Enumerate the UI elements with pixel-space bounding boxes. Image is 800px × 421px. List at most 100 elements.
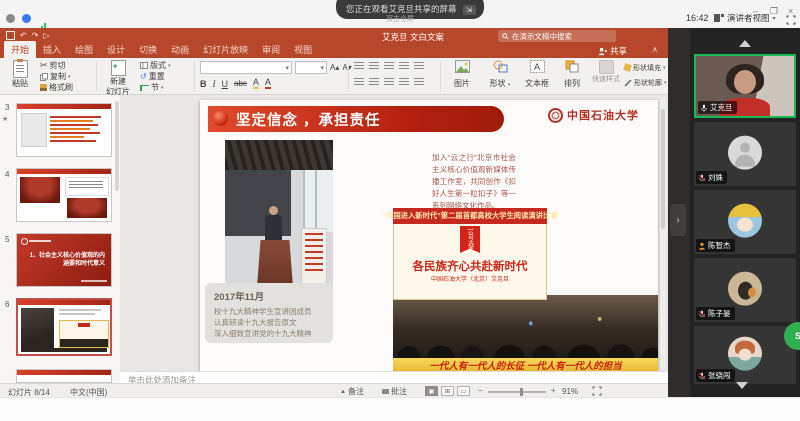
share-label: 共享 [610,45,627,57]
shapes-icon [493,60,508,73]
reset-button[interactable]: ↺重置 [140,71,171,82]
tab-animations[interactable]: 动画 [164,41,196,58]
align-left-icon[interactable] [354,78,364,85]
editor-scrollbar[interactable] [660,99,666,367]
justify-icon[interactable] [399,78,409,85]
slide-thumbnail-4[interactable] [16,168,112,222]
shape-outline-button[interactable]: 形状轮廓▾ [624,77,667,88]
share-button[interactable]: 共享 [598,45,627,57]
save-icon[interactable] [6,31,15,40]
contest-subtitle: 中国石油大学（北京）艾克旦 [394,274,546,283]
slide-number: 3 [5,103,9,112]
ribbon-tab-bar: 开始 插入 绘图 设计 切换 动画 幻灯片放映 审阅 视图 [0,44,668,58]
bold-button[interactable]: B [200,79,207,89]
redo-icon[interactable]: ↷ [32,31,39,40]
align-center-icon[interactable] [369,78,379,85]
sidebar-collapse-handle[interactable]: › [670,204,686,236]
tab-review[interactable]: 审阅 [255,41,287,58]
search-placeholder: 在演示文稿中搜索 [512,31,572,42]
scroll-down-icon[interactable] [736,382,748,389]
reading-view-button[interactable]: ▭ [457,386,470,396]
slide-thumbnail-7-partial[interactable] [16,369,112,383]
search-icon [502,33,509,40]
indent-decrease-icon[interactable] [384,62,394,69]
participant-video-2[interactable]: 刘姝 [694,122,796,186]
panel-scrollbar[interactable] [115,101,119,191]
current-slide[interactable]: 坚定信念 ，承担责任 中国石油大学 加入“云之行”北京市社会主义核心价值观新媒 [200,100,658,371]
arrange-button[interactable]: 排列 [558,60,586,89]
tab-insert[interactable]: 插入 [36,41,68,58]
contest-title: 各民族齐心共赴新时代 [394,258,546,274]
tab-slideshow[interactable]: 幻灯片放映 [196,41,255,58]
slideshow-icon[interactable]: ▷ [43,31,49,40]
shapes-button[interactable]: 形状 ▾ [484,60,516,89]
normal-view-button[interactable]: ▣ [425,386,438,396]
grow-font-icon[interactable]: A▴ [330,63,339,72]
participant-video-5[interactable]: 张骁闯 [694,326,796,384]
fit-slide-icon[interactable] [592,386,602,396]
font-controls: ▾ ▾ A▴ A▾ [200,61,352,74]
numbering-icon[interactable] [369,62,379,69]
participants-sidebar: 艾克旦 刘姝 陈智杰 [690,28,800,397]
bullets-icon[interactable] [354,62,364,69]
tab-draw[interactable]: 绘图 [68,41,100,58]
participant-video-1[interactable]: 艾克旦 [694,54,796,118]
participant-video-4[interactable]: 陈子晏 [694,258,796,322]
notes-toggle[interactable]: ▲备注 [340,386,364,397]
zoom-in-button[interactable]: + [551,386,556,395]
shape-fill-button[interactable]: 形状填充▾ [624,62,667,73]
slide-sorter-view-button[interactable]: ⊞ [441,386,454,396]
chevron-down-icon: ▾ [773,15,776,22]
copy-button[interactable]: 复制▾ [40,71,73,82]
font-color-button[interactable]: A [265,78,271,89]
person-plus-icon [598,47,607,56]
slide-thumbnail-5[interactable]: 1、社会主义核心价值观的内涵要和时代意义 [16,233,112,287]
strikethrough-button[interactable]: abc [234,79,247,88]
zoom-level[interactable]: 91% [562,387,578,396]
meeting-info-icon[interactable] [6,14,15,23]
layout-button[interactable]: 版式▾ [140,60,171,71]
mic-muted-icon [698,174,706,182]
textbox-button[interactable]: A 文本框 [520,60,554,89]
undo-icon[interactable]: ↶ [20,31,27,40]
section-button[interactable]: 节▾ [140,82,171,93]
scissors-icon: ✂ [40,60,48,71]
ribbon-collapse-icon[interactable]: ∧ [652,45,658,54]
zoom-slider[interactable] [488,391,546,393]
zoom-out-button[interactable]: − [478,386,483,395]
avatar [728,136,762,170]
search-input[interactable]: 在演示文稿中搜索 [498,30,616,42]
columns-icon[interactable] [414,78,424,85]
cut-button[interactable]: ✂剪切 [40,60,73,71]
paste-button[interactable]: 粘贴 [6,60,34,89]
font-size-select[interactable]: ▾ [295,61,327,74]
format-painter-button[interactable]: 格式刷 [40,82,73,93]
quick-styles-icon [599,60,614,74]
app-screen: 您正在观看艾克旦共享的屏幕 ⇲ 双击全屏 – ❐ × 16:42 演讲者视图 ▾… [0,0,800,421]
highlight-button[interactable]: A [253,78,259,89]
tab-home[interactable]: 开始 [4,41,36,58]
font-name-select[interactable]: ▾ [200,61,292,74]
line-spacing-icon[interactable] [414,62,424,69]
meeting-clock: 16:42 [686,12,709,24]
participant-video-3[interactable]: 陈智杰 [694,190,796,254]
comments-toggle[interactable]: 批注 [382,386,407,397]
quick-styles-button[interactable]: 快速样式 [588,60,624,84]
view-mode-selector[interactable]: 演讲者视图 ▾ [714,11,776,25]
tab-transitions[interactable]: 切换 [132,41,164,58]
new-slide-button[interactable]: + 新建 幻灯片 [100,60,136,97]
meeting-security-icon[interactable] [22,14,31,23]
picture-button[interactable]: 图片 [446,60,478,89]
scroll-up-icon[interactable] [739,40,751,47]
speech-photo [225,140,333,300]
slide-thumbnail-3[interactable] [16,103,112,157]
tab-design[interactable]: 设计 [100,41,132,58]
slide-thumbnail-6-selected[interactable] [16,298,112,356]
align-right-icon[interactable] [384,78,394,85]
italic-button[interactable]: I [213,79,216,89]
document-title: 艾克旦 文白文案 [382,31,444,43]
indent-increase-icon[interactable] [399,62,409,69]
underline-button[interactable]: U [222,79,229,89]
tab-view[interactable]: 视图 [287,41,319,58]
notes-area[interactable]: 单击此处添加备注 [120,371,668,383]
